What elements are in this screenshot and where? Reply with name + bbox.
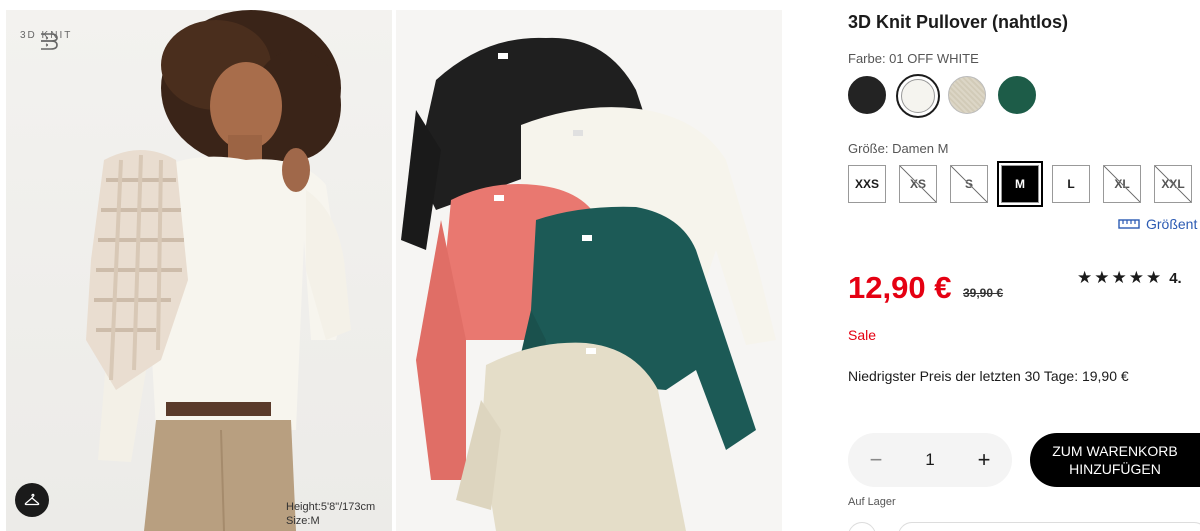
partial-secondary-button[interactable] [898, 522, 1200, 531]
model-info: Height:5'8"/173cm Size:M [286, 500, 375, 528]
quantity-value[interactable]: 1 [925, 450, 934, 470]
sweaters-illustration [401, 37, 776, 531]
brand-logo: 3D KNIT [20, 30, 76, 50]
stock-status: Auf Lager [848, 496, 896, 508]
size-option-xl[interactable]: XL [1103, 165, 1141, 203]
swatch-fill [901, 79, 935, 113]
hanger-icon [24, 493, 40, 506]
add-to-cart-line2: HINZUFÜGEN [1069, 461, 1161, 477]
model-size: Size:M [286, 515, 320, 527]
color-swatch-dark-green[interactable] [998, 74, 1044, 118]
quantity-stepper: − 1 + [848, 433, 1012, 487]
size-option-s[interactable]: S [950, 165, 988, 203]
lowest-price-notice: Niedrigster Preis der letzten 30 Tage: 1… [848, 368, 1129, 384]
rating[interactable]: ★★★★★ 4. [1077, 268, 1182, 288]
add-to-cart-line1: ZUM WARENKORB [1052, 443, 1178, 459]
size-selector: XXS XS S M L XL XXL [848, 161, 1200, 207]
swatch-fill [948, 76, 986, 114]
sweaters-photo[interactable] [396, 10, 782, 531]
color-swatches [848, 74, 1048, 118]
swatch-fill [848, 76, 886, 114]
color-swatch-off-white[interactable] [896, 74, 944, 118]
swatch-fill [998, 76, 1036, 114]
try-on-hanger-button[interactable] [15, 483, 49, 517]
ruler-icon [1118, 219, 1140, 229]
quantity-decrease-button[interactable]: − [864, 447, 888, 473]
size-option-xxs[interactable]: XXS [848, 165, 886, 203]
size-label: Größe: Damen M [848, 141, 949, 156]
color-label: Farbe: 01 OFF WHITE [848, 51, 979, 66]
rating-stars-icon: ★★★★★ [1077, 268, 1164, 287]
product-image-gallery: 3D KNIT Height:5'8"/173cm Size:M [0, 0, 782, 531]
sale-price: 12,90 € [848, 270, 952, 305]
rating-value: 4. [1169, 269, 1182, 287]
product-detail-panel: 3D Knit Pullover (nahtlos) Farbe: 01 OFF… [848, 0, 1200, 531]
size-option-xs[interactable]: XS [899, 165, 937, 203]
add-to-cart-button[interactable]: ZUM WARENKORB HINZUFÜGEN [1030, 433, 1200, 487]
quantity-increase-button[interactable]: + [972, 447, 996, 473]
size-option-l[interactable]: L [1052, 165, 1090, 203]
color-swatch-black[interactable] [848, 74, 894, 118]
product-title: 3D Knit Pullover (nahtlos) [848, 12, 1069, 32]
sale-label: Sale [848, 327, 877, 343]
model-photo[interactable]: 3D KNIT Height:5'8"/173cm Size:M [6, 10, 392, 531]
size-option-m[interactable]: M [997, 161, 1043, 207]
partial-icon-button[interactable] [848, 522, 876, 531]
model-height: Height:5'8"/173cm [286, 501, 376, 513]
3d-knit-logo-icon [41, 33, 58, 50]
original-price: 39,90 € [963, 286, 1004, 300]
model-illustration [86, 10, 351, 531]
color-swatch-beige[interactable] [948, 74, 994, 118]
size-guide-label: Größent [1146, 216, 1198, 232]
size-option-xxl[interactable]: XXL [1154, 165, 1192, 203]
size-guide-link[interactable]: Größent [1118, 216, 1197, 232]
